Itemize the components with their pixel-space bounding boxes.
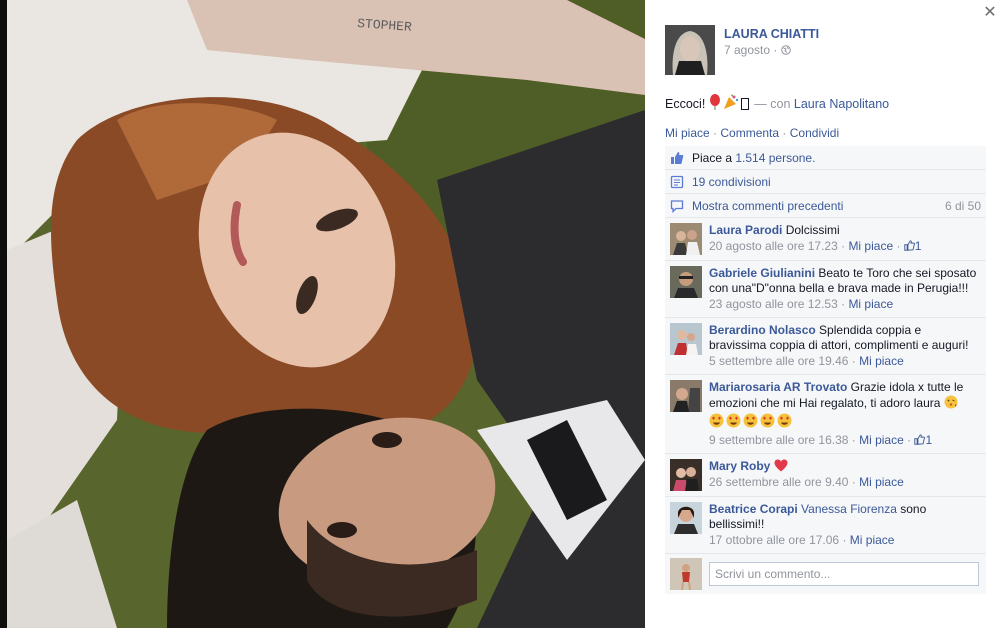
unknown-glyph-icon [740, 98, 749, 113]
comment-likes[interactable]: 1 [904, 239, 922, 253]
comment-time[interactable]: 20 agosto alle ore 17.23 [709, 239, 838, 253]
comment-time[interactable]: 26 settembre alle ore 9.40 [709, 475, 848, 489]
likes-prefix: Piace a [692, 150, 733, 165]
comment-like-link[interactable]: Mi piace [859, 354, 904, 368]
thumbs-up-icon [904, 240, 915, 251]
comment-bubble-icon [670, 199, 684, 213]
post-message: Eccoci! — con Laura Napolitano [665, 94, 889, 113]
commenter-avatar[interactable] [670, 223, 702, 255]
comment-item: Mariarosaria AR Trovato Grazie idola x t… [665, 375, 986, 454]
shares-link[interactable]: 19 condivisioni [692, 175, 771, 189]
post-meta: 7 agosto · [724, 43, 791, 57]
share-icon [670, 175, 684, 189]
with-prefix: — con [754, 97, 791, 111]
comment-text: Dolcissimi [785, 223, 840, 237]
post-date[interactable]: 7 agosto [724, 43, 770, 57]
action-separator: · [713, 126, 718, 140]
globe-icon[interactable] [780, 43, 791, 57]
comment-author[interactable]: Gabriele Giulianini [709, 266, 815, 280]
commenter-avatar[interactable] [670, 380, 702, 412]
like-link[interactable]: Mi piace [665, 126, 710, 140]
commenter-avatar[interactable] [670, 459, 702, 491]
comment-like-link[interactable]: Mi piace [848, 239, 893, 253]
author-name[interactable]: LAURA CHIATTI [724, 27, 819, 41]
commenter-avatar[interactable] [670, 502, 702, 534]
comment-link[interactable]: Commenta [720, 126, 779, 140]
heart-eyes-emoji-icon [709, 413, 792, 428]
previous-comments-row[interactable]: Mostra commenti precedenti 6 di 50 [665, 194, 986, 218]
comment-like-link[interactable]: Mi piace [859, 475, 904, 489]
likes-row: Piace a 1.514 persone. [665, 146, 986, 170]
comment-author[interactable]: Laura Parodi [709, 223, 782, 237]
thumbs-up-icon [670, 151, 684, 165]
comment-time[interactable]: 17 ottobre alle ore 17.06 [709, 533, 839, 547]
kiss-emoji-icon [944, 395, 958, 410]
comment-meta: 17 ottobre alle ore 17.06 · Mi piace [709, 533, 895, 547]
shares-row[interactable]: 19 condivisioni [665, 170, 986, 194]
photo-image: STOPHER [7, 0, 645, 628]
comment-mention-link[interactable]: Vanessa Fiorenza [801, 502, 897, 516]
comment-meta: 5 settembre alle ore 19.46 · Mi piace [709, 354, 904, 368]
comment-item: Gabriele Giulianini Beato te Toro che se… [665, 261, 986, 318]
comment-author[interactable]: Mariarosaria AR Trovato [709, 380, 847, 394]
comment-meta: 23 agosto alle ore 12.53 · Mi piace [709, 297, 894, 311]
comment-meta: 20 agosto alle ore 17.23 · Mi piace · 1 [709, 239, 922, 253]
likes-count-link[interactable]: 1.514 persone. [735, 151, 815, 165]
previous-comments-link[interactable]: Mostra commenti precedenti [692, 199, 843, 213]
comment-author[interactable]: Mary Roby [709, 459, 770, 473]
comment-meta: 9 settembre alle ore 16.38 · Mi piace · … [709, 433, 933, 447]
viewer-avatar [670, 558, 702, 590]
comment-item: Berardino Nolasco Splendida coppia e bra… [665, 318, 986, 375]
comment-item: Mary Roby 26 settembre alle ore 9.40 · M… [665, 454, 986, 497]
couple-photo-illustration: STOPHER [7, 0, 645, 628]
comment-time[interactable]: 9 settembre alle ore 16.38 [709, 433, 848, 447]
comment-likes-count: 1 [914, 239, 922, 253]
tagged-person-link[interactable]: Laura Napolitano [794, 97, 889, 111]
comment-count: 6 di 50 [944, 198, 981, 213]
share-link[interactable]: Condividi [790, 126, 839, 140]
meta-separator: · [773, 43, 778, 57]
comment-time[interactable]: 5 settembre alle ore 19.46 [709, 354, 848, 368]
comment-likes-count: 1 [925, 433, 933, 447]
post-text: Eccoci! [665, 97, 706, 111]
comment-item: Laura Parodi Dolcissimi 20 agosto alle o… [665, 218, 986, 261]
heart-emoji-icon [774, 459, 788, 473]
comment-like-link[interactable]: Mi piace [850, 533, 895, 547]
comment-author[interactable]: Beatrice Corapi [709, 502, 798, 516]
heart-eyes-emoji-row [709, 413, 981, 432]
comment-item: Beatrice Corapi Vanessa Fiorenza sono be… [665, 497, 986, 554]
commenter-avatar[interactable] [670, 266, 702, 298]
comment-author[interactable]: Berardino Nolasco [709, 323, 816, 337]
post-actions: Mi piace · Commenta · Condividi [665, 126, 839, 140]
party-popper-emoji-icon [723, 94, 739, 113]
feedback-box: Piace a 1.514 persone. 19 condivisioni M… [665, 146, 986, 594]
comment-likes[interactable]: 1 [914, 433, 932, 447]
reply-row [665, 554, 986, 594]
comment-like-link[interactable]: Mi piace [848, 297, 893, 311]
post-side-panel: ✕ LAURA CHIATTI 7 agosto · Eccoci! — con… [645, 0, 1005, 628]
close-icon[interactable]: ✕ [983, 5, 997, 21]
action-separator: · [782, 126, 787, 140]
comment-input[interactable] [709, 562, 979, 586]
post-photo[interactable]: STOPHER [0, 0, 645, 628]
comment-meta: 26 settembre alle ore 9.40 · Mi piace [709, 475, 904, 489]
comment-like-link[interactable]: Mi piace [859, 433, 904, 447]
author-avatar[interactable] [665, 25, 715, 75]
thumbs-up-icon [914, 434, 926, 445]
comment-time[interactable]: 23 agosto alle ore 12.53 [709, 297, 838, 311]
commenter-avatar[interactable] [670, 323, 702, 355]
balloon-emoji-icon [709, 94, 721, 113]
